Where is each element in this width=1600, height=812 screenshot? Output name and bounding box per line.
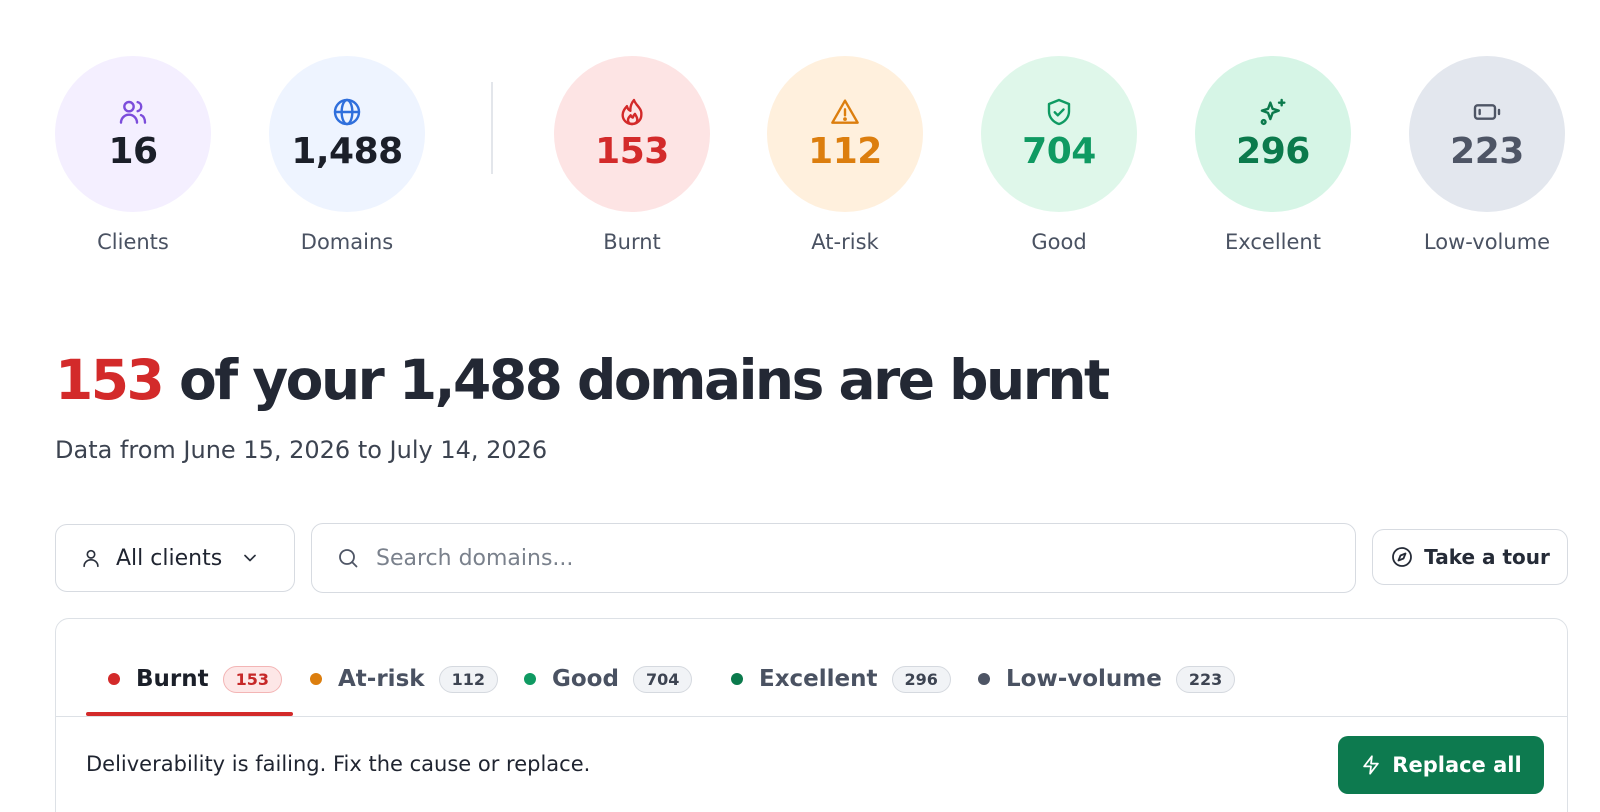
stat-low-volume-label: Low-volume — [1423, 230, 1551, 254]
search-box[interactable] — [311, 523, 1356, 593]
stat-domains-label: Domains — [300, 230, 394, 254]
shield-check-icon — [1047, 98, 1071, 126]
tab-low-volume-count: 223 — [1175, 665, 1236, 693]
tab-low-volume[interactable]: Low-volume 223 — [978, 659, 1236, 699]
user-icon — [83, 549, 99, 568]
stats-divider — [491, 82, 493, 174]
tab-low-volume-label: Low-volume — [1006, 666, 1162, 692]
stat-low-volume-circle: 223 — [1409, 56, 1565, 212]
status-message: Deliverability is failing. Fix the cause… — [86, 752, 591, 776]
tab-excellent-label: Excellent — [759, 666, 878, 692]
stat-good-label: Good — [1031, 230, 1087, 254]
date-range-text: Data from June 15, 2026 to July 14, 2026 — [55, 436, 548, 464]
page-title: 153 of your 1,488 domains are burnt — [55, 348, 1110, 412]
stat-domains-value: 1,488 — [291, 131, 403, 172]
replace-all-label: Replace all — [1392, 753, 1522, 777]
take-tour-button[interactable]: Take a tour — [1372, 529, 1568, 585]
stat-good-value: 704 — [1022, 131, 1096, 172]
stats-row: 16 Clients 1,488 Domains 153 Burnt 112 A… — [0, 56, 1600, 266]
take-tour-label: Take a tour — [1424, 545, 1550, 569]
users-icon — [119, 100, 147, 124]
stat-domains[interactable]: 1,488 Domains — [269, 56, 425, 254]
tab-at-risk-label: At-risk — [338, 666, 425, 692]
active-tab-indicator — [86, 712, 293, 716]
stat-burnt[interactable]: 153 Burnt — [554, 56, 710, 254]
alert-triangle-icon — [831, 99, 859, 124]
stat-clients-circle: 16 — [55, 56, 211, 212]
search-icon — [339, 549, 358, 568]
stat-low-volume[interactable]: 223 Low-volume — [1409, 56, 1565, 254]
tab-good-count: 704 — [632, 665, 693, 693]
lightning-icon — [1363, 755, 1380, 775]
tab-at-risk-dot — [310, 673, 322, 685]
stat-at-risk-circle: 112 — [767, 56, 923, 212]
battery-low-icon — [1473, 104, 1501, 120]
stat-burnt-circle: 153 — [554, 56, 710, 212]
stat-excellent-circle: 296 — [1195, 56, 1351, 212]
tab-good-label: Good — [552, 666, 619, 692]
compass-icon — [1392, 547, 1413, 567]
client-filter-label: All clients — [116, 545, 223, 571]
stat-burnt-label: Burnt — [603, 230, 661, 254]
tab-good[interactable]: Good 704 — [524, 659, 693, 699]
stat-good-circle: 704 — [981, 56, 1137, 212]
status-tabs: Burnt 153 At-risk 112 Good 704 Excellent… — [56, 619, 1567, 717]
tab-burnt-label: Burnt — [136, 666, 209, 692]
sparkles-icon — [1260, 98, 1286, 126]
stat-low-volume-value: 223 — [1450, 131, 1524, 172]
replace-all-button[interactable]: Replace all — [1338, 736, 1544, 794]
stat-burnt-value: 153 — [595, 131, 669, 172]
tab-excellent-count: 296 — [891, 665, 951, 693]
stat-clients-label: Clients — [97, 230, 169, 254]
stat-good[interactable]: 704 Good — [981, 56, 1137, 254]
stat-excellent-label: Excellent — [1225, 230, 1321, 254]
stat-at-risk[interactable]: 112 At-risk — [767, 56, 923, 254]
page-title-count: 153 — [55, 348, 165, 412]
stat-domains-circle: 1,488 — [269, 56, 425, 212]
chevron-down-icon — [244, 554, 256, 562]
search-input[interactable] — [376, 545, 1276, 571]
flame-icon — [621, 98, 643, 126]
tab-excellent-dot — [731, 673, 743, 685]
page-title-rest: of your 1,488 domains are burnt — [162, 348, 1110, 412]
stat-at-risk-label: At-risk — [811, 230, 879, 254]
domain-status-panel: Burnt 153 At-risk 112 Good 704 Excellent… — [55, 618, 1568, 812]
tab-low-volume-dot — [978, 673, 990, 685]
stat-excellent[interactable]: 296 Excellent — [1195, 56, 1351, 254]
stat-clients-value: 16 — [108, 131, 158, 172]
tab-excellent[interactable]: Excellent 296 — [731, 659, 951, 699]
stat-clients[interactable]: 16 Clients — [55, 56, 211, 254]
tab-at-risk-count: 112 — [438, 665, 498, 693]
globe-icon — [333, 98, 361, 126]
tab-good-dot — [524, 673, 536, 685]
client-filter-dropdown[interactable]: All clients — [55, 524, 295, 592]
tab-burnt-dot — [108, 673, 120, 685]
stat-at-risk-value: 112 — [808, 131, 882, 172]
stat-excellent-value: 296 — [1236, 131, 1310, 172]
tab-burnt-count: 153 — [222, 665, 283, 693]
tab-burnt[interactable]: Burnt 153 — [108, 659, 283, 699]
tab-at-risk[interactable]: At-risk 112 — [310, 659, 498, 699]
